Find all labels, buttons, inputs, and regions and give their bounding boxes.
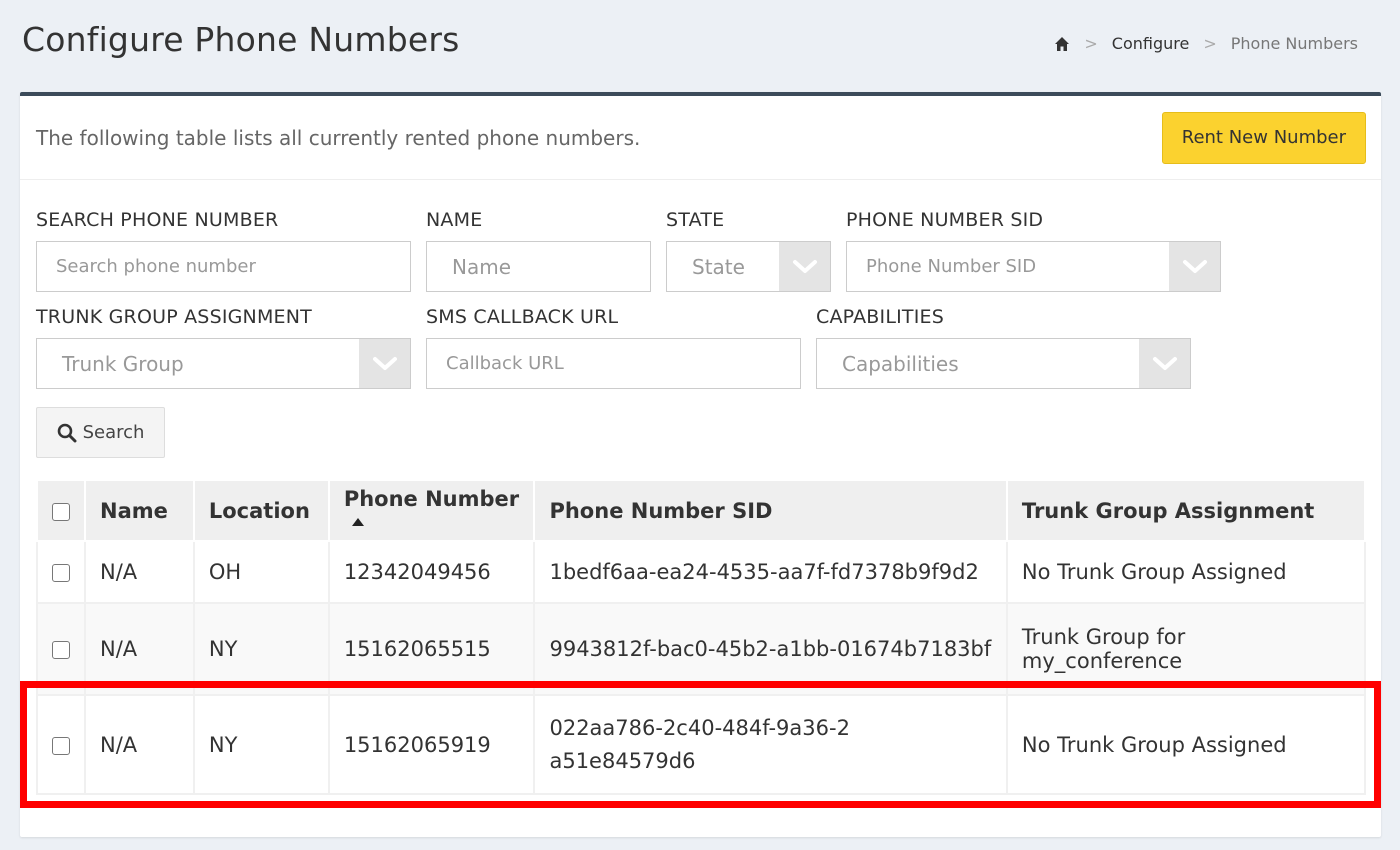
name-input[interactable]: Name	[426, 241, 651, 292]
cell-location: NY	[192, 602, 330, 696]
col-phone-number-label: Phone Number	[343, 486, 520, 511]
cell-phone: 15162065919	[327, 694, 536, 795]
cell-trunk: No Trunk Group Assigned	[1005, 694, 1367, 795]
cell-location: NY	[192, 694, 330, 795]
cell-trunk: No Trunk Group Assigned	[1005, 540, 1367, 604]
sort-ascending-icon	[351, 517, 364, 526]
col-location[interactable]: Location	[192, 479, 330, 542]
phone-numbers-box: The following table lists all currently …	[20, 92, 1381, 837]
cell-name: N/A	[84, 602, 195, 696]
box-header: The following table lists all currently …	[20, 96, 1381, 180]
cell-phone: 15162065515	[327, 602, 536, 696]
row-checkbox-cell	[36, 540, 86, 604]
rent-new-number-button[interactable]: Rent New Number	[1161, 111, 1366, 164]
breadcrumb-separator: >	[1203, 34, 1217, 53]
cell-sid: 1bedf6aa-ea24-4535-aa7f-fd7378b9f9d2	[533, 540, 1008, 604]
row-checkbox[interactable]	[52, 564, 70, 582]
phone-sid-placeholder: Phone Number SID	[866, 256, 1037, 277]
trunk-group-placeholder: Trunk Group	[62, 351, 184, 376]
phone-numbers-table: Name Location Phone Number Phone Number …	[36, 479, 1367, 795]
chevron-down-icon[interactable]	[1139, 339, 1190, 388]
search-phone-placeholder: Search phone number	[56, 256, 256, 277]
cell-phone: 12342049456	[327, 540, 536, 604]
cell-trunk: Trunk Group for my_conference	[1005, 602, 1367, 696]
breadcrumb-separator: >	[1084, 34, 1098, 53]
row-checkbox-cell	[36, 602, 86, 696]
table-header-row: Name Location Phone Number Phone Number …	[36, 479, 1367, 542]
breadcrumb: > Configure > Phone Numbers	[1054, 34, 1358, 53]
sms-callback-placeholder: Callback URL	[446, 353, 564, 374]
table-row[interactable]: N/A NY 15162065515 9943812f-bac0-45b2-a1…	[36, 602, 1367, 696]
chevron-down-icon[interactable]	[779, 242, 830, 291]
cell-sid-text: 022aa786-2c40-484f-9a36-2a51e84579d6	[549, 715, 850, 773]
search-icon	[57, 423, 77, 442]
sms-callback-label: SMS CALLBACK URL	[426, 306, 619, 328]
box-description: The following table lists all currently …	[36, 125, 641, 150]
cell-sid: 9943812f-bac0-45b2-a1bb-01674b7183bf	[533, 602, 1008, 696]
cell-name: N/A	[84, 694, 195, 795]
breadcrumb-current: Phone Numbers	[1230, 34, 1358, 53]
col-phone-sid[interactable]: Phone Number SID	[533, 479, 1008, 542]
row-checkbox[interactable]	[52, 641, 70, 659]
home-icon[interactable]	[1054, 36, 1070, 52]
state-select[interactable]: State	[666, 241, 831, 292]
table-row[interactable]: N/A NY 15162065919 022aa786-2c40-484f-9a…	[36, 694, 1367, 795]
state-placeholder: State	[692, 254, 745, 279]
name-label: NAME	[426, 209, 483, 231]
breadcrumb-configure[interactable]: Configure	[1112, 34, 1190, 53]
col-name[interactable]: Name	[84, 479, 195, 542]
capabilities-label: CAPABILITIES	[816, 306, 945, 328]
trunk-group-select[interactable]: Trunk Group	[36, 338, 411, 389]
capabilities-placeholder: Capabilities	[842, 351, 959, 376]
select-all-cell	[36, 479, 86, 542]
phone-sid-label: PHONE NUMBER SID	[846, 209, 1044, 231]
col-phone-number[interactable]: Phone Number	[327, 479, 536, 542]
capabilities-select[interactable]: Capabilities	[816, 338, 1191, 389]
search-phone-label: SEARCH PHONE NUMBER	[36, 209, 279, 231]
row-checkbox-cell	[36, 694, 86, 795]
page-title: Configure Phone Numbers	[22, 20, 460, 59]
search-button-label: Search	[82, 422, 145, 443]
row-checkbox[interactable]	[52, 736, 70, 755]
trunk-group-label: TRUNK GROUP ASSIGNMENT	[36, 306, 312, 328]
search-phone-input[interactable]: Search phone number	[36, 241, 411, 292]
cell-sid: 022aa786-2c40-484f-9a36-2a51e84579d6	[533, 694, 1008, 795]
state-label: STATE	[666, 209, 725, 231]
cell-location: OH	[192, 540, 330, 604]
table-row[interactable]: N/A OH 12342049456 1bedf6aa-ea24-4535-aa…	[36, 540, 1367, 604]
select-all-checkbox[interactable]	[52, 502, 70, 521]
search-button[interactable]: Search	[36, 407, 165, 458]
chevron-down-icon[interactable]	[359, 339, 410, 388]
cell-name: N/A	[84, 540, 195, 604]
chevron-down-icon[interactable]	[1169, 242, 1220, 291]
phone-sid-select[interactable]: Phone Number SID	[846, 241, 1221, 292]
sms-callback-input[interactable]: Callback URL	[426, 338, 801, 389]
name-placeholder: Name	[452, 254, 512, 279]
col-trunk-group[interactable]: Trunk Group Assignment	[1005, 479, 1367, 542]
